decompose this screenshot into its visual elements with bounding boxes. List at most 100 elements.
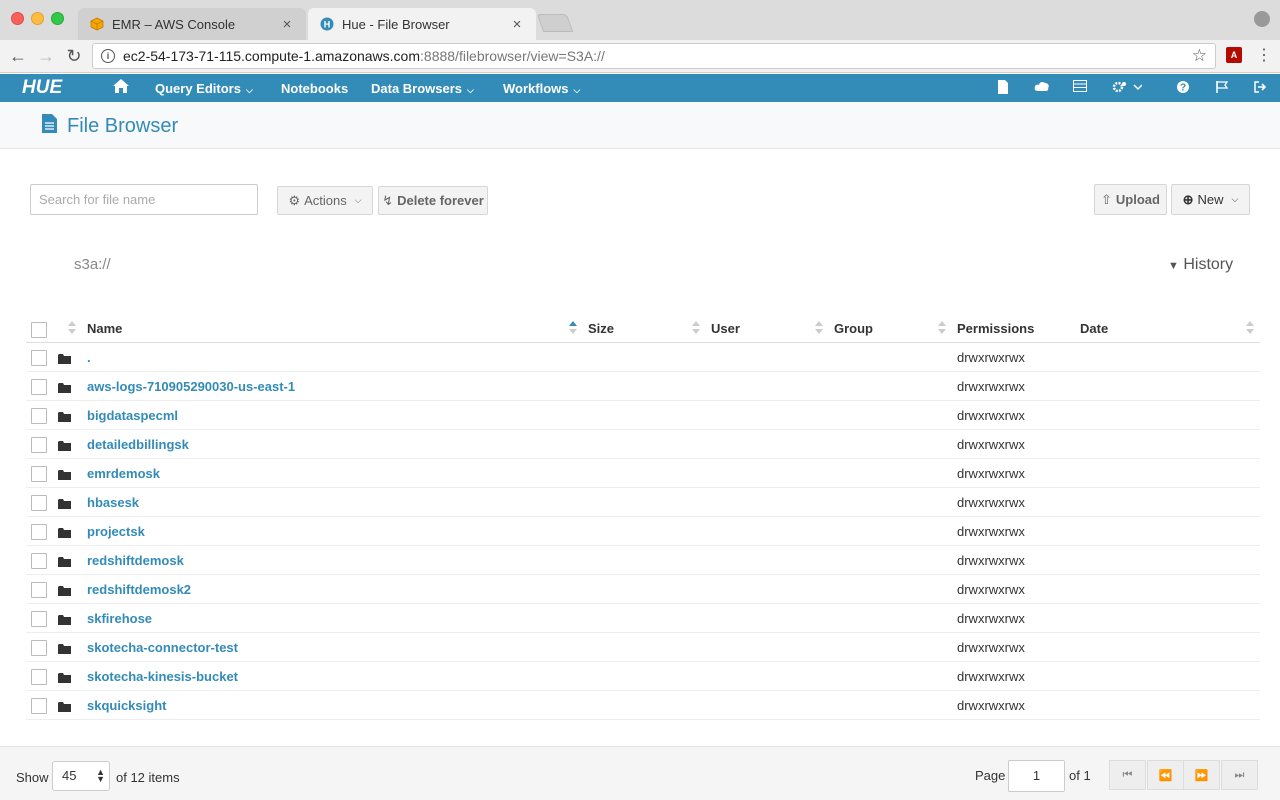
table-row[interactable]: redshiftdemosk2 drwxrwxrwx [26, 575, 1260, 604]
info-icon[interactable]: i [101, 49, 115, 63]
folder-name-link[interactable]: detailedbillingsk [87, 437, 189, 452]
folder-name-link[interactable]: redshiftdemosk2 [87, 582, 191, 597]
sort-icon[interactable] [68, 321, 76, 335]
row-checkbox[interactable] [31, 408, 47, 424]
table-row[interactable]: hbasesk drwxrwxrwx [26, 488, 1260, 517]
next-page-button[interactable]: ⏩ [1183, 760, 1220, 790]
table-row[interactable]: redshiftdemosk drwxrwxrwx [26, 546, 1260, 575]
gears-icon[interactable] [1111, 80, 1143, 97]
bookmark-star-icon[interactable]: ☆ [1192, 46, 1207, 66]
actions-dropdown-button[interactable]: ⚙ Actions ⌵ [277, 186, 373, 215]
minimize-window-button[interactable] [31, 12, 44, 25]
folder-icon [58, 613, 71, 625]
page-size-select[interactable]: 45 ▲ ▼ [52, 761, 110, 791]
row-checkbox[interactable] [31, 553, 47, 569]
close-window-button[interactable] [11, 12, 24, 25]
profile-icon[interactable] [1254, 11, 1270, 27]
table-row[interactable]: skotecha-connector-test drwxrwxrwx [26, 633, 1260, 662]
upload-button[interactable]: ⇧ Upload [1094, 184, 1167, 215]
sort-icon[interactable] [692, 321, 700, 335]
table-row[interactable]: projectsk drwxrwxrwx [26, 517, 1260, 546]
row-checkbox[interactable] [31, 379, 47, 395]
column-header-size[interactable]: Size [588, 321, 614, 336]
last-page-button[interactable]: ⏭ [1221, 760, 1258, 790]
folder-name-link[interactable]: emrdemosk [87, 466, 160, 481]
folder-name-link[interactable]: bigdataspecml [87, 408, 178, 423]
browser-menu-icon[interactable]: ⋮ [1256, 45, 1272, 65]
row-checkbox[interactable] [31, 466, 47, 482]
nav-data-browsers[interactable]: Data Browsers ⌵ [371, 81, 474, 96]
flag-icon[interactable] [1213, 80, 1231, 97]
row-checkbox[interactable] [31, 495, 47, 511]
folder-name-link[interactable]: projectsk [87, 524, 145, 539]
folder-icon [58, 497, 71, 509]
nav-notebooks[interactable]: Notebooks [281, 81, 348, 96]
folder-name-link[interactable]: aws-logs-710905290030-us-east-1 [87, 379, 295, 394]
select-all-checkbox[interactable] [31, 322, 47, 338]
table-row[interactable]: . drwxrwxrwx [26, 343, 1260, 372]
column-header-user[interactable]: User [711, 321, 740, 336]
page-number-input[interactable]: 1 [1008, 760, 1065, 792]
folder-name-link[interactable]: skotecha-connector-test [87, 640, 238, 655]
logout-icon[interactable] [1251, 80, 1269, 97]
table-row[interactable]: bigdataspecml drwxrwxrwx [26, 401, 1260, 430]
nav-workflows[interactable]: Workflows ⌵ [503, 81, 580, 96]
nav-query-editors[interactable]: Query Editors ⌵ [155, 81, 253, 96]
hue-logo[interactable]: HUE [22, 77, 78, 103]
home-icon[interactable] [112, 78, 130, 96]
folder-name-link[interactable]: . [87, 350, 91, 365]
search-input[interactable] [30, 184, 258, 215]
folder-name-link[interactable]: redshiftdemosk [87, 553, 184, 568]
folder-name-link[interactable]: skfirehose [87, 611, 152, 626]
page-title-group: File Browser [42, 114, 178, 138]
row-checkbox[interactable] [31, 669, 47, 685]
column-header-name[interactable]: Name [87, 321, 122, 336]
table-icon[interactable] [1071, 80, 1089, 95]
close-icon[interactable]: × [280, 16, 294, 33]
document-icon[interactable] [994, 80, 1012, 97]
table-row[interactable]: emrdemosk drwxrwxrwx [26, 459, 1260, 488]
sort-asc-icon[interactable] [569, 321, 577, 335]
table-row[interactable]: skquicksight drwxrwxrwx [26, 691, 1260, 720]
close-icon[interactable]: × [510, 16, 524, 33]
sort-icon[interactable] [938, 321, 946, 335]
folder-icon [58, 642, 71, 654]
table-row[interactable]: aws-logs-710905290030-us-east-1 drwxrwxrw… [26, 372, 1260, 401]
breadcrumb[interactable]: s3a:// [74, 256, 111, 273]
table-row[interactable]: skfirehose drwxrwxrwx [26, 604, 1260, 633]
history-toggle[interactable]: ▼ History [1168, 256, 1233, 274]
cloud-icon[interactable] [1033, 80, 1051, 95]
upload-circle-icon: ⇧ [1101, 191, 1112, 207]
address-bar[interactable]: i ec2-54-173-71-115.compute-1.amazonaws.… [92, 43, 1216, 69]
sort-icon[interactable] [1246, 321, 1254, 335]
delete-forever-button[interactable]: ↯ Delete forever [378, 186, 488, 215]
tab-emr-aws-console[interactable]: EMR – AWS Console × [78, 8, 306, 40]
row-checkbox[interactable] [31, 437, 47, 453]
row-checkbox[interactable] [31, 524, 47, 540]
new-tab-button[interactable] [536, 14, 574, 32]
folder-name-link[interactable]: hbasesk [87, 495, 139, 510]
back-arrow-icon[interactable]: ← [8, 46, 28, 66]
first-page-button[interactable]: ⏮ [1109, 760, 1146, 790]
maximize-window-button[interactable] [51, 12, 64, 25]
pdf-extension-icon[interactable]: A [1226, 47, 1242, 63]
previous-page-button[interactable]: ⏪ [1147, 760, 1184, 790]
row-checkbox[interactable] [31, 640, 47, 656]
new-dropdown-button[interactable]: ⊕ New ⌵ [1171, 184, 1250, 215]
column-header-group[interactable]: Group [834, 321, 873, 336]
forward-arrow-icon[interactable]: → [36, 46, 56, 66]
column-header-date[interactable]: Date [1080, 321, 1108, 336]
folder-name-link[interactable]: skotecha-kinesis-bucket [87, 669, 238, 684]
help-icon[interactable]: ? [1174, 80, 1192, 97]
column-header-permissions[interactable]: Permissions [957, 321, 1034, 336]
tab-hue-file-browser[interactable]: H Hue - File Browser × [308, 8, 536, 40]
reload-icon[interactable]: ↻ [64, 46, 84, 66]
table-row[interactable]: skotecha-kinesis-bucket drwxrwxrwx [26, 662, 1260, 691]
row-checkbox[interactable] [31, 582, 47, 598]
sort-icon[interactable] [815, 321, 823, 335]
table-row[interactable]: detailedbillingsk drwxrwxrwx [26, 430, 1260, 459]
row-checkbox[interactable] [31, 350, 47, 366]
row-checkbox[interactable] [31, 611, 47, 627]
row-checkbox[interactable] [31, 698, 47, 714]
folder-name-link[interactable]: skquicksight [87, 698, 166, 713]
